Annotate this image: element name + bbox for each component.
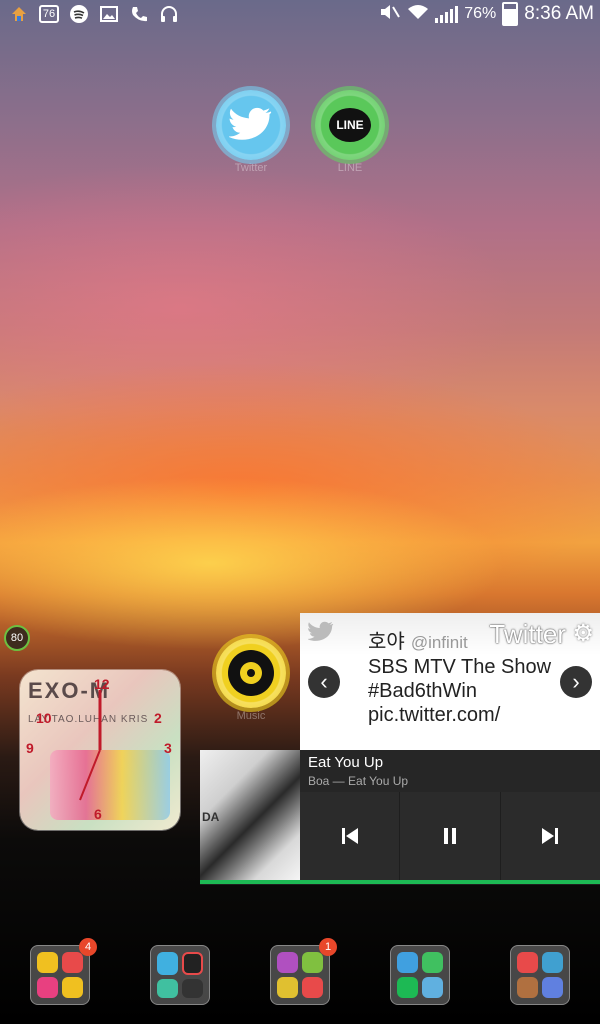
gear-icon[interactable]: ⚙ — [572, 619, 594, 648]
app-mini-icon — [397, 952, 418, 973]
tweet-text[interactable]: SBS MTV The Show #Bad6thWin pic.twitter.… — [368, 655, 568, 727]
notification-badge: 1 — [319, 938, 337, 956]
app-mini-icon — [182, 979, 203, 998]
clock-hands — [79, 690, 102, 801]
track-info[interactable]: Eat You Up Boa — Eat You Up — [300, 750, 600, 792]
app-mini-icon — [37, 977, 58, 998]
skip-next-icon — [542, 828, 559, 844]
app-mini-icon — [277, 952, 298, 973]
folder-camera[interactable] — [150, 945, 210, 1005]
tweet-author-handle: @infinit — [410, 633, 468, 652]
app-mini-icon — [37, 952, 58, 973]
twitter-widget-title: Twitter — [489, 619, 566, 649]
skip-previous-icon — [341, 828, 358, 844]
app-music[interactable]: Music — [211, 638, 291, 722]
signal-icon — [435, 5, 459, 23]
chevron-left-icon: ‹ — [320, 669, 328, 694]
pause-icon — [443, 828, 456, 844]
gallery-icon — [98, 3, 120, 25]
app-mini-icon — [542, 952, 563, 973]
track-subtitle: Boa — Eat You Up — [308, 774, 409, 788]
tweet-author-name: 호야 — [368, 631, 405, 653]
twitter-bird-icon — [229, 107, 272, 140]
battery-fill — [504, 8, 517, 24]
previous-tweet-button[interactable]: ‹ — [308, 666, 340, 698]
app-mini-icon — [157, 952, 178, 975]
folder-entertainment[interactable] — [510, 945, 570, 1005]
next-track-button[interactable] — [501, 792, 600, 880]
playback-controls — [300, 792, 600, 880]
app-mini-icon — [422, 952, 443, 973]
line-logo: LINE — [329, 108, 371, 142]
next-tweet-button[interactable]: › — [560, 666, 592, 698]
track-title: Eat You Up — [308, 754, 384, 771]
battery-percent: 76% — [464, 5, 497, 22]
spotify-icon — [68, 3, 90, 25]
folder-media[interactable] — [390, 945, 450, 1005]
album-art-text: DA — [202, 810, 220, 824]
phone-icon — [128, 3, 150, 25]
wifi-icon — [407, 3, 429, 26]
app-mini-icon — [62, 952, 83, 973]
notification-count: 76 — [38, 5, 60, 23]
playback-progress-bar[interactable] — [200, 880, 600, 884]
home-icon — [8, 3, 30, 25]
pause-button[interactable] — [400, 792, 501, 880]
battery-widget[interactable]: 80 — [4, 625, 30, 651]
app-mini-icon — [302, 952, 323, 973]
app-mini-icon — [542, 977, 563, 998]
app-twitter[interactable]: Twitter — [211, 90, 291, 174]
app-mini-icon — [62, 977, 83, 998]
spotify-mini-icon — [397, 977, 418, 998]
status-bar: 76 76% 8:36 AM — [0, 0, 600, 28]
app-mini-icon — [157, 979, 178, 998]
notification-badge: 4 — [79, 938, 97, 956]
previous-track-button[interactable] — [300, 792, 401, 880]
app-mini-icon — [182, 952, 203, 975]
music-app-icon[interactable] — [216, 638, 286, 708]
app-label: Twitter — [234, 162, 268, 174]
app-label: Music — [236, 710, 266, 722]
app-mini-icon — [277, 977, 298, 998]
album-art[interactable]: DA — [200, 750, 300, 880]
battery-icon — [502, 2, 519, 26]
music-player-widget[interactable]: DA Eat You Up Boa — Eat You Up — [200, 750, 600, 885]
notification-76-icon: 76 — [38, 3, 60, 25]
line-app-icon[interactable]: LINE — [315, 90, 385, 160]
twitter-widget[interactable]: 호야 @infinit Twitter ⚙ ‹ SBS MTV The Show … — [300, 613, 600, 750]
folder-tools[interactable]: 1 — [270, 938, 337, 1005]
app-line[interactable]: LINE LINE — [310, 90, 390, 174]
twitter-bird-icon — [308, 621, 334, 641]
vinyl-disc-icon — [228, 650, 274, 696]
app-mini-icon — [302, 977, 323, 998]
tweet-author[interactable]: 호야 @infinit — [368, 625, 468, 654]
instagram-mini-icon — [517, 977, 538, 998]
app-label: LINE — [337, 162, 363, 174]
mute-icon — [379, 3, 401, 26]
app-mini-icon — [517, 952, 538, 973]
chevron-right-icon: › — [572, 669, 580, 694]
headphones-icon — [158, 3, 180, 25]
folder-social[interactable]: 4 — [30, 938, 97, 1005]
dock: 4 1 — [0, 935, 600, 1015]
twitter-widget-header: 호야 @infinit Twitter ⚙ — [300, 613, 600, 655]
status-time: 8:36 AM — [524, 3, 594, 24]
app-mini-icon — [422, 977, 443, 998]
clock-widget[interactable]: EXO-M LAY.TAO.LUHAN KRIS 12 2 3 6 9 10 — [20, 670, 180, 830]
twitter-app-icon[interactable] — [216, 90, 286, 160]
